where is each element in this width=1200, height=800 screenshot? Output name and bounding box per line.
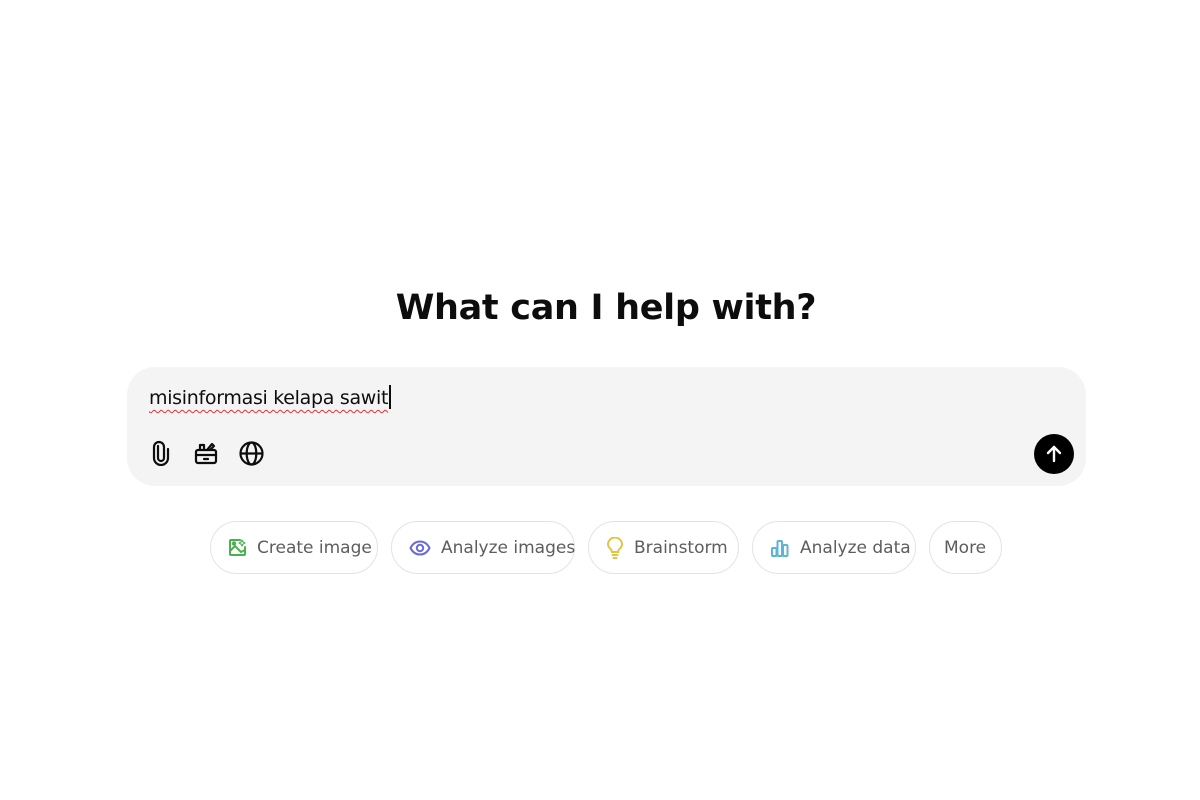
lightbulb-icon (606, 536, 624, 559)
prompt-composer: misinformasi kelapa sawit (127, 367, 1086, 486)
chip-analyze-data[interactable]: Analyze data (752, 521, 916, 574)
arrow-up-icon (1046, 445, 1062, 463)
attach-button[interactable] (145, 437, 177, 469)
tools-button[interactable] (190, 437, 222, 469)
globe-icon (238, 440, 264, 466)
send-button[interactable] (1034, 434, 1074, 474)
chip-label: Brainstorm (634, 537, 728, 558)
chip-label: Analyze data (800, 537, 911, 558)
chip-create-image[interactable]: Create image (210, 521, 378, 574)
attach-icon (152, 440, 170, 466)
chip-label: Analyze images (441, 537, 576, 558)
prompt-input[interactable]: misinformasi kelapa sawit (149, 385, 392, 409)
page-title: What can I help with? (395, 288, 817, 328)
text-caret (389, 385, 392, 409)
composer-tools (145, 437, 267, 469)
chip-brainstorm[interactable]: Brainstorm (588, 521, 739, 574)
eye-icon (409, 539, 431, 556)
chip-analyze-images[interactable]: Analyze images (391, 521, 575, 574)
chip-label: More (944, 537, 987, 558)
image-icon (229, 539, 246, 556)
chip-more[interactable]: More (929, 521, 1002, 574)
suggestion-chips: Create image Analyze images Brainstorm A… (0, 521, 1200, 574)
web-search-button[interactable] (235, 437, 267, 469)
prompt-input-value: misinformasi kelapa sawit (149, 387, 389, 409)
toolbox-icon (194, 442, 218, 465)
bar-chart-icon (771, 539, 789, 557)
chip-label: Create image (257, 537, 372, 558)
